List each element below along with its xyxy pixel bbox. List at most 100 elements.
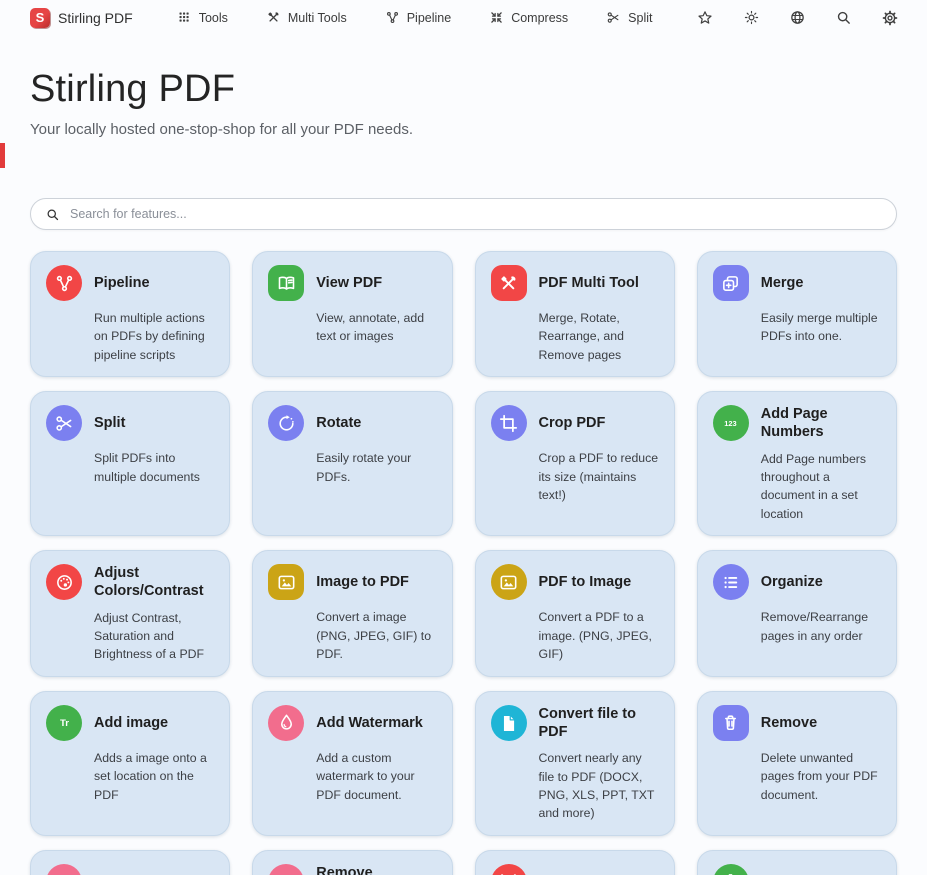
feature-card-add-watermark[interactable]: Add Watermark Add a custom watermark to y… [252,691,452,836]
card-title: Remove [761,714,881,732]
feature-card-add-image[interactable]: Tr Add image Adds a image onto a set locat… [30,691,230,836]
card-title: View PDF [316,274,436,292]
nav-item-label: Multi Tools [288,11,347,25]
feature-card-image-to-pdf[interactable]: Image to PDF Convert a image (PNG, JPEG, … [252,550,452,677]
trash-icon [713,705,749,741]
card-title: Image to PDF [316,573,436,591]
card-description: Add a custom watermark to your PDF docum… [316,749,436,804]
feature-card-crop-pdf[interactable]: Crop PDFCrop a PDF to reduce its size (m… [475,391,675,536]
card-description: Add Page numbers throughout a document i… [761,450,881,524]
nav-item-multi-tools[interactable]: Multi Tools [266,10,347,25]
book-open-icon [268,265,304,301]
feature-card-remove-password[interactable]: Remove PasswordRemove password protectio… [252,850,452,875]
card-title: Split [94,414,214,432]
page-subtitle: Your locally hosted one-stop-shop for al… [30,121,927,138]
feature-card-pdf-to-image[interactable]: PDF to ImageConvert a PDF to a image. (P… [475,550,675,677]
text-Tr-icon: Tr [46,705,82,741]
lock-open-icon [268,864,304,875]
nav-menu: Tools Multi Tools Pipeline Compress Split [177,10,653,25]
card-description: Adds a image onto a set location on the … [94,749,214,804]
star-icon[interactable] [696,9,714,27]
feature-card-convert-file-to-pdf[interactable]: Convert file to PDF Convert nearly any fi… [475,691,675,836]
card-title: Add Watermark [316,714,436,732]
card-title: Convert file to PDF [539,705,659,741]
card-description: Easily merge multiple PDFs into one. [761,309,881,346]
nav-item-pipeline[interactable]: Pipeline [385,10,451,25]
card-title: Add Page Numbers [761,405,881,441]
clipboard-icon [713,864,749,875]
card-description: Convert nearly any file to PDF (DOCX, PN… [539,749,659,823]
brand-home-link[interactable]: S Stirling PDF [30,8,133,28]
feature-card-compress[interactable]: CompressCompress PDFs to reduce their fi… [475,850,675,875]
left-edge-red-marker [0,143,5,168]
brand-name: Stirling PDF [58,10,133,26]
card-description: Run multiple actions on PDFs by defining… [94,309,214,364]
card-description: Adjust Contrast, Saturation and Brightne… [94,609,214,664]
nav-item-label: Compress [511,11,568,25]
droplet-icon [268,705,304,741]
image-icon [491,564,527,600]
stirling-logo-icon: S [30,8,50,28]
pipeline-icon [385,10,400,25]
rotate-icon [268,405,304,441]
features-grid: PipelineRun multiple actions on PDFs by … [30,251,897,875]
nav-item-label: Pipeline [407,11,451,25]
card-description: Merge, Rotate, Rearrange, and Remove pag… [539,309,659,364]
feature-card-split[interactable]: SplitSplit PDFs into multiple documents [30,391,230,536]
feature-card-pipeline[interactable]: PipelineRun multiple actions on PDFs by … [30,251,230,377]
feature-card-pdf-multi-tool[interactable]: PDF Multi Tool Merge, Rotate, Rearrange, … [475,251,675,377]
tools-icon [491,265,527,301]
card-description: View, annotate, add text or images [316,309,436,346]
svg-text:123: 123 [725,419,737,428]
card-description: Convert a image (PNG, JPEG, GIF) to PDF. [316,608,436,663]
card-title: Add image [94,714,214,732]
feature-card-add-password[interactable]: Add PasswordEncrypt your PDF document wi… [30,850,230,875]
globe-icon[interactable] [789,9,806,26]
feature-card-change-metadata[interactable]: Change MetadataChange/Remove/Add metadat… [697,850,897,875]
card-title: Merge [761,274,881,292]
search-bar[interactable] [30,198,897,230]
lock-icon [46,864,82,875]
feature-card-add-page-numbers[interactable]: 123 Add Page Numbers Add Page numbers thro… [697,391,897,536]
nav-item-label: Split [628,11,652,25]
nav-actions [696,9,899,27]
main-content: Stirling PDF Your locally hosted one-sto… [0,68,927,875]
card-title: Remove Password [316,864,436,875]
crop-icon [491,405,527,441]
card-title: PDF Multi Tool [539,274,659,292]
card-title: Adjust Colors/Contrast [94,564,214,600]
gear-icon[interactable] [881,9,899,27]
feature-card-adjust-colors-contrast[interactable]: Adjust Colors/Contrast Adjust Contrast, S… [30,550,230,677]
numbers-123-icon: 123 [713,405,749,441]
nav-item-label: Tools [199,11,228,25]
feature-card-rotate[interactable]: RotateEasily rotate your PDFs. [252,391,452,536]
svg-text:Tr: Tr [59,718,68,729]
list-icon [713,564,749,600]
palette-icon [46,564,82,600]
scissors-icon [46,405,82,441]
grid-icon [177,10,192,25]
nav-item-tools[interactable]: Tools [177,10,228,25]
card-description: Delete unwanted pages from your PDF docu… [761,749,881,804]
search-icon [45,207,60,222]
search-input[interactable] [70,207,882,221]
nav-item-compress[interactable]: Compress [489,10,568,25]
card-title: Crop PDF [539,414,659,432]
feature-card-view-pdf[interactable]: View PDF View, annotate, add text or imag… [252,251,452,377]
nav-item-split[interactable]: Split [606,10,652,25]
sun-icon[interactable] [743,9,760,26]
card-description: Convert a PDF to a image. (PNG, JPEG, GI… [539,608,659,663]
file-icon [491,705,527,741]
feature-card-merge[interactable]: Merge Easily merge multiple PDFs into one… [697,251,897,377]
page-title: Stirling PDF [30,68,927,111]
image-icon [268,564,304,600]
feature-card-remove[interactable]: Remove Delete unwanted pages from your PD… [697,691,897,836]
card-description: Remove/Rearrange pages in any order [761,608,881,645]
scissors-icon [606,10,621,25]
feature-card-organize[interactable]: OrganizeRemove/Rearrange pages in any or… [697,550,897,677]
compress-icon [489,10,504,25]
search-icon[interactable] [835,9,852,26]
navbar: S Stirling PDF Tools Multi Tools Pipeline C… [0,0,927,34]
card-title: Rotate [316,414,436,432]
tools-icon [266,10,281,25]
